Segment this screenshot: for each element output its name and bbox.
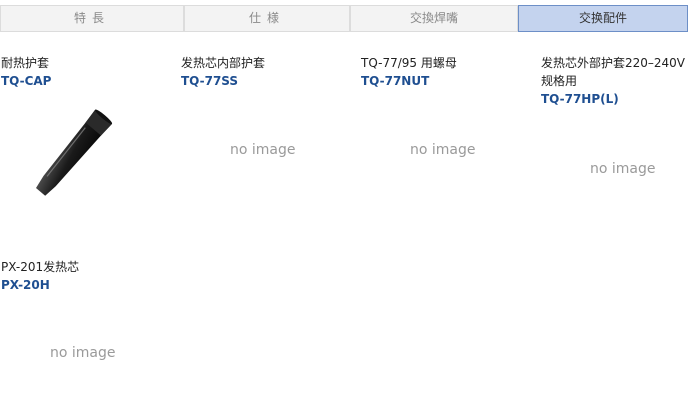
no-image-placeholder: no image [50,345,116,361]
tab-replacement-parts[interactable]: 交换配件 [518,5,688,32]
part-name: 耐热护套 [1,56,50,70]
part-name: 发热芯外部护套220–240V 规格用 [541,56,686,88]
no-image-placeholder: no image [410,142,476,158]
part-code-link[interactable]: TQ-77SS [181,72,351,90]
part-code-link[interactable]: TQ-77NUT [361,72,531,90]
tab-replacement-tips[interactable]: 交換焊嘴 [350,5,518,32]
part-item: PX-201发热芯 PX-20H [1,258,171,294]
tab-bar: 特長 仕様 交換焊嘴 交换配件 [0,5,700,32]
part-code-link[interactable]: TQ-CAP [1,72,171,90]
part-item: TQ-77/95 用螺母 TQ-77NUT [361,54,531,90]
part-item: 发热芯内部护套 TQ-77SS [181,54,351,90]
part-name: PX-201发热芯 [1,260,80,274]
tab-features[interactable]: 特長 [0,5,184,32]
part-name: TQ-77/95 用螺母 [361,56,457,70]
part-item: 耐热护套 TQ-CAP [1,54,171,90]
part-item: 发热芯外部护套220–240V 规格用 TQ-77HP(L) [541,54,696,108]
part-code-link[interactable]: PX-20H [1,276,171,294]
tab-specifications[interactable]: 仕様 [184,5,350,32]
part-name: 发热芯内部护套 [181,56,266,70]
part-code-link[interactable]: TQ-77HP(L) [541,90,696,108]
heat-resistant-cap-image [35,109,113,196]
no-image-placeholder: no image [590,161,656,177]
no-image-placeholder: no image [230,142,296,158]
